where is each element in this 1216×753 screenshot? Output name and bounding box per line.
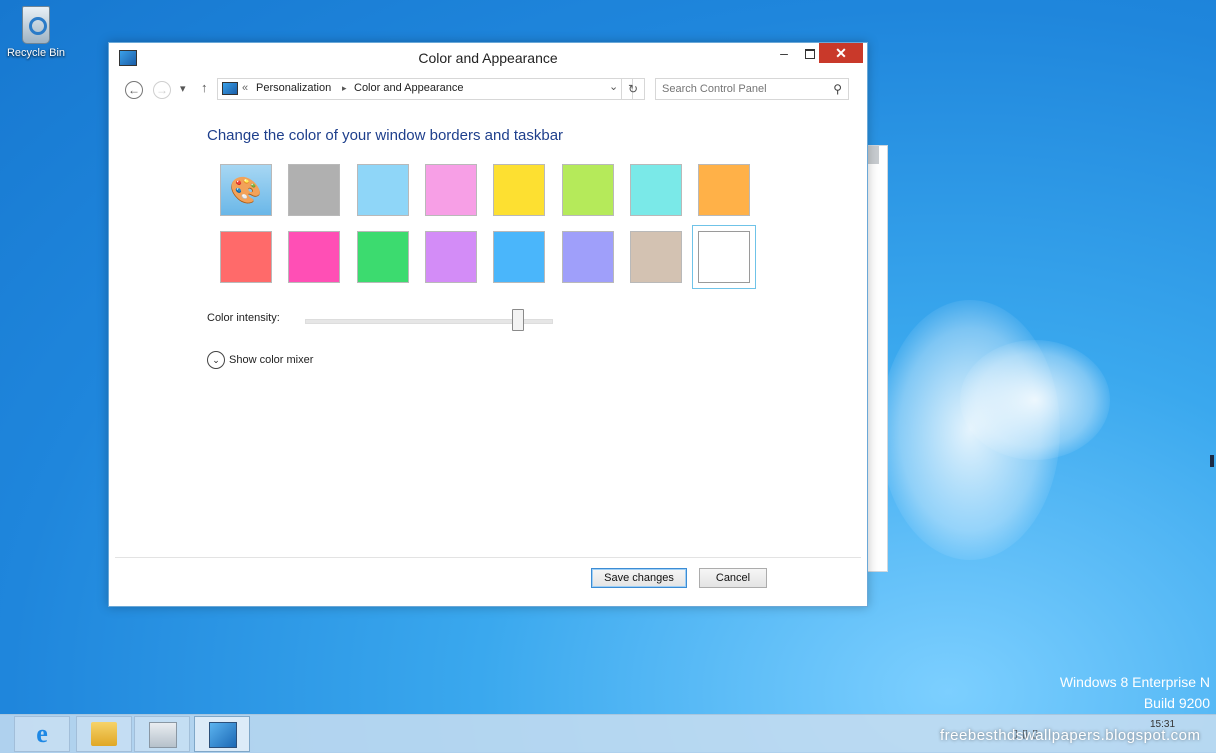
taskbar-control-panel[interactable] [194,716,250,752]
taskbar-store[interactable] [134,716,190,752]
show-color-mixer-toggle[interactable]: ⌄ Show color mixer [207,351,313,369]
address-dropdown-icon[interactable]: ⌄ [609,80,618,93]
titlebar[interactable]: Color and Appearance – ✕ [109,43,867,73]
color-swatch[interactable] [357,164,409,216]
recent-locations-chevron-icon[interactable]: ▾ [180,82,186,95]
color-swatch[interactable] [493,231,545,283]
search-input[interactable] [656,80,822,98]
color-swatch[interactable] [288,164,340,216]
close-button[interactable]: ✕ [819,43,863,63]
breadcrumb-personalization[interactable]: Personalization [256,82,331,94]
color-swatch[interactable] [425,164,477,216]
taskbar-internet-explorer[interactable]: e [14,716,70,752]
control-panel-icon [209,722,237,748]
breadcrumb-color-and-appearance[interactable]: Color and Appearance [354,82,463,94]
desktop-icon-recycle-bin[interactable]: Recycle Bin [4,6,68,59]
save-changes-button[interactable]: Save changes [591,568,687,588]
breadcrumb-separator-icon[interactable]: ▸ [342,83,347,94]
color-intensity-label: Color intensity: [207,312,280,324]
maximize-icon [805,49,815,59]
recycle-bin-label: Recycle Bin [6,47,66,59]
recycle-bin-icon [22,6,50,44]
minimize-button[interactable]: – [771,43,797,63]
footer-divider [115,557,861,558]
color-and-appearance-window: Color and Appearance – ✕ ← → ▾ ↑ « Perso… [108,42,868,607]
color-intensity-slider-thumb[interactable] [512,309,524,331]
taskbar-file-explorer[interactable] [76,716,132,752]
store-icon [149,722,177,748]
os-version-watermark: Windows 8 Enterprise N Build 9200 [1060,672,1210,714]
page-heading: Change the color of your window borders … [207,127,564,144]
color-swatch[interactable] [288,231,340,283]
search-box[interactable]: ⚲ [655,78,849,100]
os-build: Build 9200 [1143,695,1210,711]
cancel-button[interactable]: Cancel [699,568,767,588]
color-swatch[interactable] [698,164,750,216]
window-title: Color and Appearance [418,50,558,66]
color-swatch[interactable] [562,164,614,216]
color-swatch-automatic[interactable]: 🎨 [220,164,272,216]
color-swatch[interactable] [692,225,756,289]
color-swatch[interactable] [630,231,682,283]
forward-button[interactable]: → [153,81,171,99]
up-button[interactable]: ↑ [201,80,208,95]
wallpaper-flower-petal [960,340,1110,460]
color-swatch[interactable] [630,164,682,216]
internet-explorer-icon: e [36,719,48,748]
show-color-mixer-label: Show color mixer [229,353,314,366]
desktop-edge-mark [1210,455,1214,467]
color-swatch[interactable] [493,164,545,216]
control-panel-icon [222,82,238,95]
chevron-down-icon: ⌄ [207,351,225,369]
color-swatch[interactable] [562,231,614,283]
file-explorer-icon [91,722,117,746]
site-watermark: freebesthdswallpapers.blogspot.com [940,727,1201,744]
color-palette-icon: 🎨 [229,175,263,205]
search-icon[interactable]: ⚲ [833,82,842,96]
address-bar[interactable]: « Personalization ▸ Color and Appearance… [217,78,633,100]
breadcrumb-overflow[interactable]: « [242,82,248,94]
refresh-button[interactable]: ↻ [621,78,645,100]
color-swatch[interactable] [357,231,409,283]
navigation-bar: ← → ▾ ↑ « Personalization ▸ Color and Ap… [109,75,867,105]
os-edition: Windows 8 Enterprise N [1059,674,1210,690]
back-button[interactable]: ← [125,81,143,99]
color-swatch[interactable] [425,231,477,283]
color-swatch[interactable] [220,231,272,283]
